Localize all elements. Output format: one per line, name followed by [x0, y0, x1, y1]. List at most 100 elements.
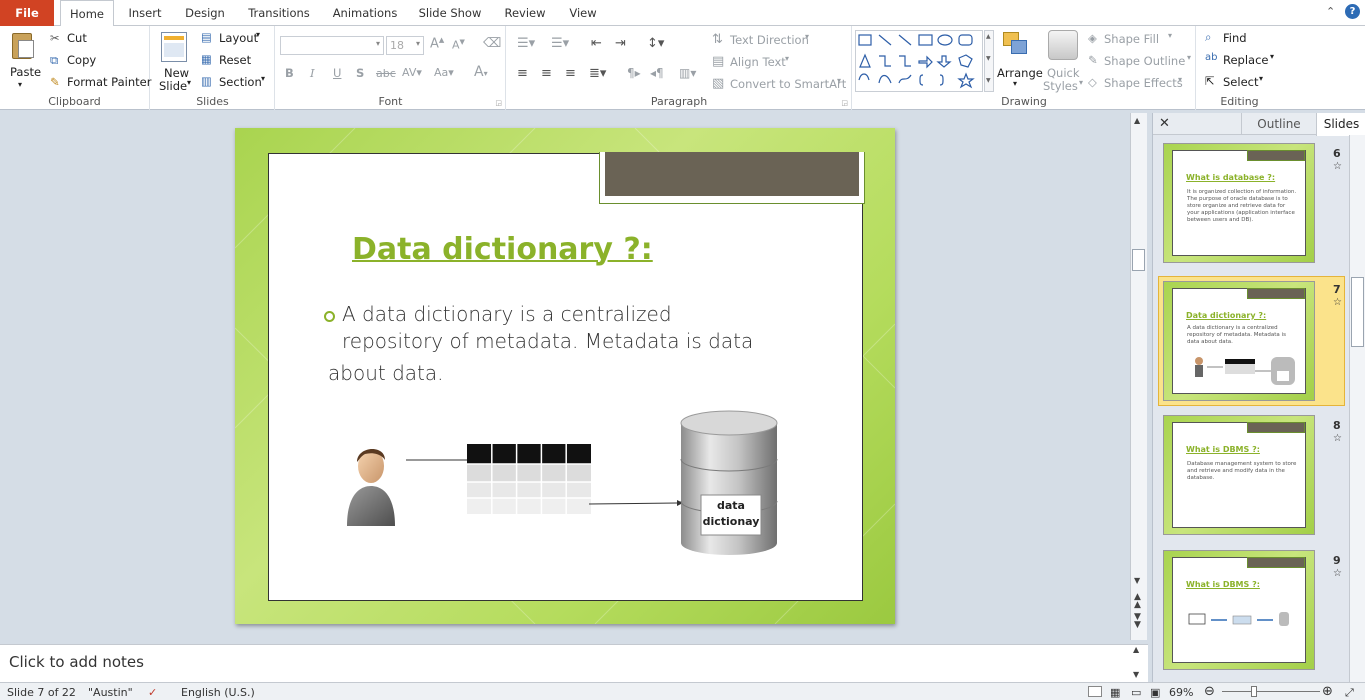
notes-scroll-up-icon[interactable]: ▲	[1133, 645, 1139, 654]
zoom-in-icon[interactable]: ⊕	[1322, 684, 1333, 699]
reset-button[interactable]: Reset	[219, 53, 251, 67]
change-case-icon[interactable]: Aa▾	[434, 66, 454, 79]
slides-pane-scrollbar[interactable]	[1349, 135, 1365, 682]
zoom-level[interactable]: 69%	[1169, 686, 1193, 699]
slide-vertical-scrollbar[interactable]: ▲ ▼ ▲ ▲ ▼ ▼	[1130, 113, 1147, 640]
notes-scroll-down-icon[interactable]: ▼	[1133, 670, 1139, 679]
shapes-more-icon[interactable]: ▼	[986, 77, 991, 84]
italic-icon[interactable]: I	[310, 66, 315, 80]
align-text-button[interactable]: Align Text	[730, 55, 786, 69]
shrink-font-icon[interactable]: A▼	[452, 38, 465, 52]
tab-design[interactable]: Design	[180, 0, 230, 26]
shape-outline-dropdown-icon[interactable]: ▾	[1187, 53, 1191, 62]
layout-dropdown-icon[interactable]: ▾	[256, 30, 260, 39]
bold-icon[interactable]: B	[285, 66, 294, 80]
paste-dropdown-icon[interactable]: ▾	[18, 80, 22, 89]
replace-dropdown-icon[interactable]: ▾	[1270, 52, 1274, 61]
find-button[interactable]: Find	[1223, 31, 1247, 45]
normal-view-icon[interactable]	[1088, 686, 1102, 697]
shape-effects-dropdown-icon[interactable]: ▾	[1178, 75, 1182, 84]
user-icon[interactable]	[343, 440, 399, 530]
align-text-dropdown-icon[interactable]: ▾	[785, 54, 789, 63]
font-name-dropdown-icon[interactable]: ▾	[376, 39, 380, 48]
tab-file[interactable]: File	[0, 0, 54, 26]
paste-icon[interactable]	[10, 30, 36, 60]
tab-view[interactable]: View	[562, 0, 604, 26]
slide-thumbnail-selected[interactable]: Data dictionary ?: A data dictionary is …	[1163, 281, 1315, 401]
paste-button[interactable]: Paste	[10, 65, 41, 79]
strikethrough-icon[interactable]: abc	[376, 67, 396, 80]
decrease-indent-icon[interactable]: ⇤	[591, 36, 602, 51]
slide-thumbnail[interactable]: What is database ?: It is organized coll…	[1163, 143, 1315, 263]
font-name-combo[interactable]: ▾	[280, 36, 384, 55]
shapes-scroll-up-icon[interactable]: ▲	[986, 33, 991, 40]
cut-button[interactable]: Cut	[67, 31, 87, 45]
slides-pane-scroll-thumb[interactable]	[1351, 277, 1364, 347]
tab-slides[interactable]: Slides	[1316, 113, 1365, 136]
database-icon[interactable]: data dictionay	[679, 409, 779, 557]
font-color-icon[interactable]: A▾	[474, 64, 488, 80]
ltr-icon[interactable]: ¶▸	[627, 66, 641, 80]
numbering-icon[interactable]: ☰▾	[551, 36, 569, 51]
close-pane-icon[interactable]: ✕	[1159, 116, 1170, 131]
font-dialog-launcher-icon[interactable]: ◲	[495, 99, 502, 107]
character-spacing-icon[interactable]: AV▾	[402, 66, 422, 79]
language[interactable]: English (U.S.)	[181, 686, 255, 699]
justify-icon[interactable]: ≣▾	[589, 66, 606, 81]
line-spacing-icon[interactable]: ↕▾	[647, 36, 664, 51]
notes-placeholder[interactable]: Click to add notes	[9, 653, 144, 671]
new-slide-icon[interactable]	[161, 32, 187, 62]
align-center-icon[interactable]: ≡	[541, 66, 552, 81]
columns-icon[interactable]: ▥▾	[679, 66, 696, 80]
new-slide-label[interactable]: New	[164, 66, 189, 80]
grow-font-icon[interactable]: A▲	[430, 36, 444, 51]
align-right-icon[interactable]: ≡	[565, 66, 576, 81]
shape-effects-button[interactable]: Shape Effects	[1104, 76, 1183, 90]
shapes-scroll-down-icon[interactable]: ▼	[986, 55, 991, 62]
bullet-line-3[interactable]: about data.	[328, 361, 443, 385]
quick-styles-button[interactable]: Styles	[1043, 79, 1078, 93]
transition-icon[interactable]: ☆	[1333, 568, 1342, 579]
zoom-slider-track[interactable]	[1222, 691, 1320, 692]
section-dropdown-icon[interactable]: ▾	[261, 74, 265, 83]
arrange-icon[interactable]	[1001, 30, 1031, 62]
scroll-up-icon[interactable]: ▲	[1134, 116, 1140, 125]
slide-canvas[interactable]: Data dictionary ?: A data dictionary is …	[235, 128, 895, 624]
underline-icon[interactable]: U	[333, 66, 341, 80]
convert-smartart-button[interactable]: Convert to SmartArt	[730, 77, 846, 91]
new-slide-dropdown-icon[interactable]: ▾	[187, 78, 191, 87]
select-button[interactable]: Select	[1223, 75, 1258, 89]
slide-thumbnail[interactable]: What is DBMS ?:	[1163, 550, 1315, 670]
shape-fill-dropdown-icon[interactable]: ▾	[1168, 31, 1172, 40]
transition-icon[interactable]: ☆	[1333, 161, 1342, 172]
font-size-dropdown-icon[interactable]: ▾	[416, 39, 420, 48]
tab-home[interactable]: Home	[60, 0, 114, 27]
text-direction-button[interactable]: Text Direction	[730, 33, 809, 47]
format-painter-button[interactable]: Format Painter	[67, 75, 151, 89]
tab-animations[interactable]: Animations	[330, 0, 400, 26]
slide-sorter-icon[interactable]: ▦	[1110, 686, 1120, 699]
transition-icon[interactable]: ☆	[1333, 297, 1342, 308]
text-direction-dropdown-icon[interactable]: ▾	[805, 32, 809, 41]
clear-formatting-icon[interactable]: ⌫	[483, 36, 501, 51]
tab-outline[interactable]: Outline	[1241, 113, 1316, 135]
bullets-icon[interactable]: ☰▾	[517, 36, 535, 51]
font-size-combo[interactable]: 18 ▾	[386, 36, 424, 55]
reading-view-icon[interactable]: ▭	[1131, 686, 1141, 699]
rtl-icon[interactable]: ◂¶	[650, 66, 664, 80]
slide-thumbnail[interactable]: What is DBMS ?: Database management syst…	[1163, 415, 1315, 535]
new-slide-button[interactable]: Slide	[159, 79, 187, 93]
zoom-out-icon[interactable]: ⊖	[1204, 684, 1215, 699]
arrange-button[interactable]: Arrange	[997, 66, 1043, 80]
section-button[interactable]: Section	[219, 75, 262, 89]
zoom-slider-thumb[interactable]	[1251, 686, 1257, 697]
fit-slide-icon[interactable]: ⤢	[1345, 686, 1354, 700]
scroll-thumb[interactable]	[1132, 249, 1145, 271]
paragraph-dialog-launcher-icon[interactable]: ◲	[841, 99, 848, 107]
theme-name[interactable]: "Austin"	[88, 686, 133, 699]
increase-indent-icon[interactable]: ⇥	[615, 36, 626, 51]
select-dropdown-icon[interactable]: ▾	[1259, 74, 1263, 83]
tab-slide-show[interactable]: Slide Show	[415, 0, 485, 26]
convert-smartart-dropdown-icon[interactable]: ▾	[837, 76, 841, 85]
scroll-down-icon[interactable]: ▼	[1134, 576, 1140, 585]
